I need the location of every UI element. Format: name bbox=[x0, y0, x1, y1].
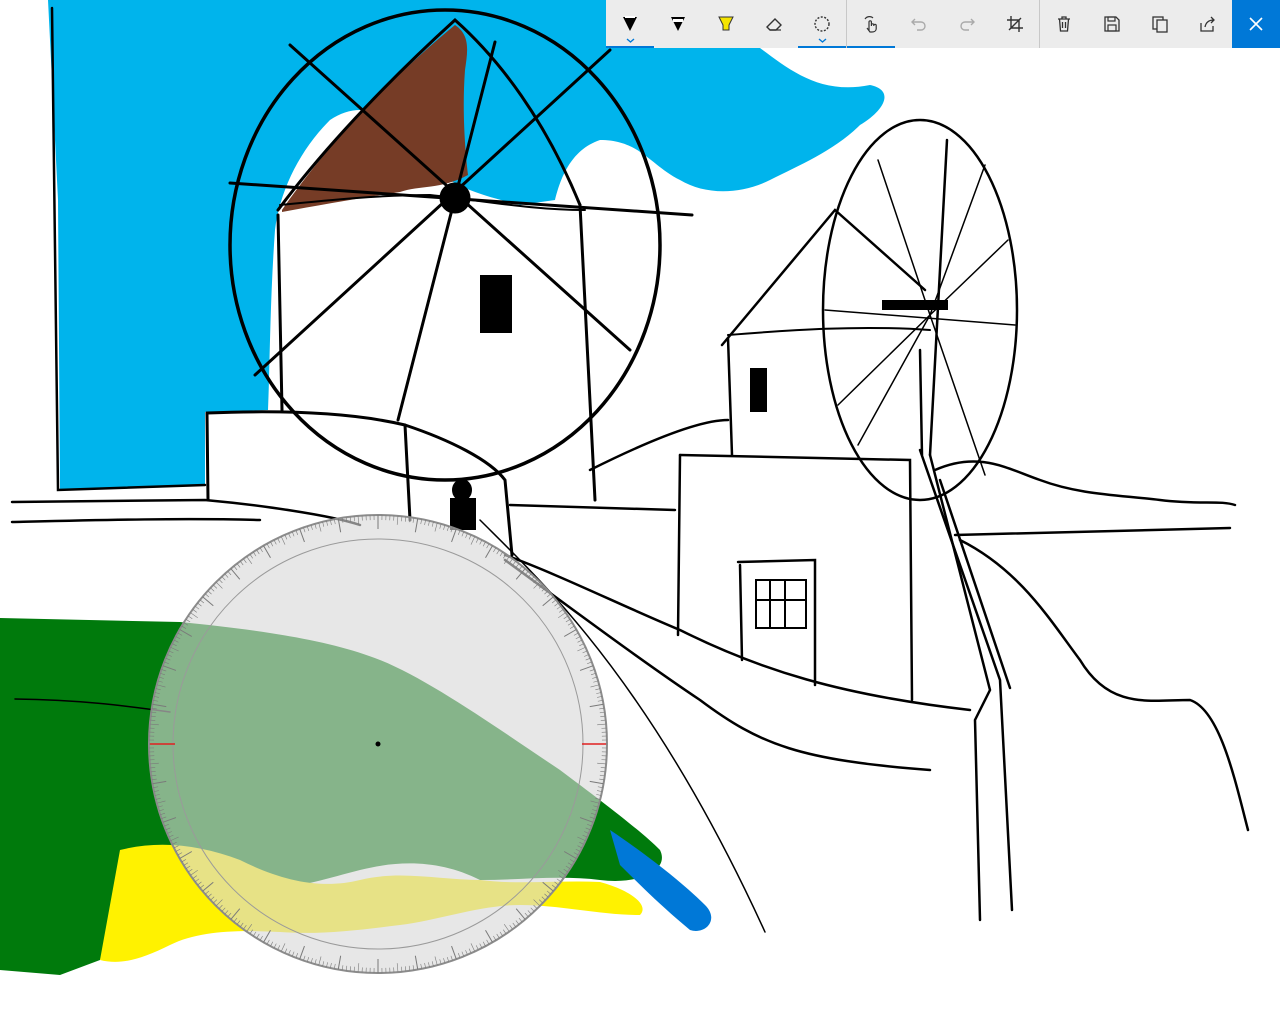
close-icon bbox=[1249, 17, 1263, 31]
protractor-center bbox=[375, 741, 381, 747]
ballpoint-pen-icon bbox=[623, 16, 637, 31]
close-button[interactable] bbox=[1232, 0, 1280, 48]
pencil-button[interactable] bbox=[654, 0, 702, 48]
protractor-overlay[interactable] bbox=[148, 514, 608, 974]
redo-button[interactable] bbox=[943, 0, 991, 48]
highlighter-button[interactable] bbox=[702, 0, 750, 48]
ballpoint-pen-button[interactable] bbox=[606, 0, 654, 48]
copy-button[interactable] bbox=[1136, 0, 1184, 48]
save-icon bbox=[1104, 16, 1120, 32]
undo-icon bbox=[911, 18, 926, 31]
crop-icon bbox=[1007, 16, 1023, 32]
copy-icon bbox=[1152, 16, 1168, 33]
drawing-canvas[interactable] bbox=[0, 0, 1280, 1024]
ink-toolbar bbox=[606, 0, 1280, 48]
windmill-small bbox=[588, 118, 1250, 922]
touch-writing-button[interactable] bbox=[847, 0, 895, 48]
redo-icon bbox=[960, 18, 975, 31]
touch-writing-icon bbox=[864, 16, 877, 33]
highlighter-icon bbox=[718, 16, 734, 31]
eraser-icon bbox=[766, 18, 782, 31]
crop-button[interactable] bbox=[991, 0, 1039, 48]
protractor-icon bbox=[814, 16, 830, 32]
eraser-button[interactable] bbox=[750, 0, 798, 48]
share-button[interactable] bbox=[1184, 0, 1232, 48]
sky-fill bbox=[48, 0, 885, 490]
protractor-button[interactable] bbox=[798, 0, 846, 48]
chevron-down-icon bbox=[626, 38, 635, 43]
undo-button[interactable] bbox=[895, 0, 943, 48]
pencil-icon bbox=[671, 17, 685, 31]
share-icon bbox=[1200, 16, 1215, 32]
chevron-down-icon bbox=[818, 38, 827, 43]
delete-button[interactable] bbox=[1040, 0, 1088, 48]
trash-icon bbox=[1058, 16, 1070, 32]
save-button[interactable] bbox=[1088, 0, 1136, 48]
